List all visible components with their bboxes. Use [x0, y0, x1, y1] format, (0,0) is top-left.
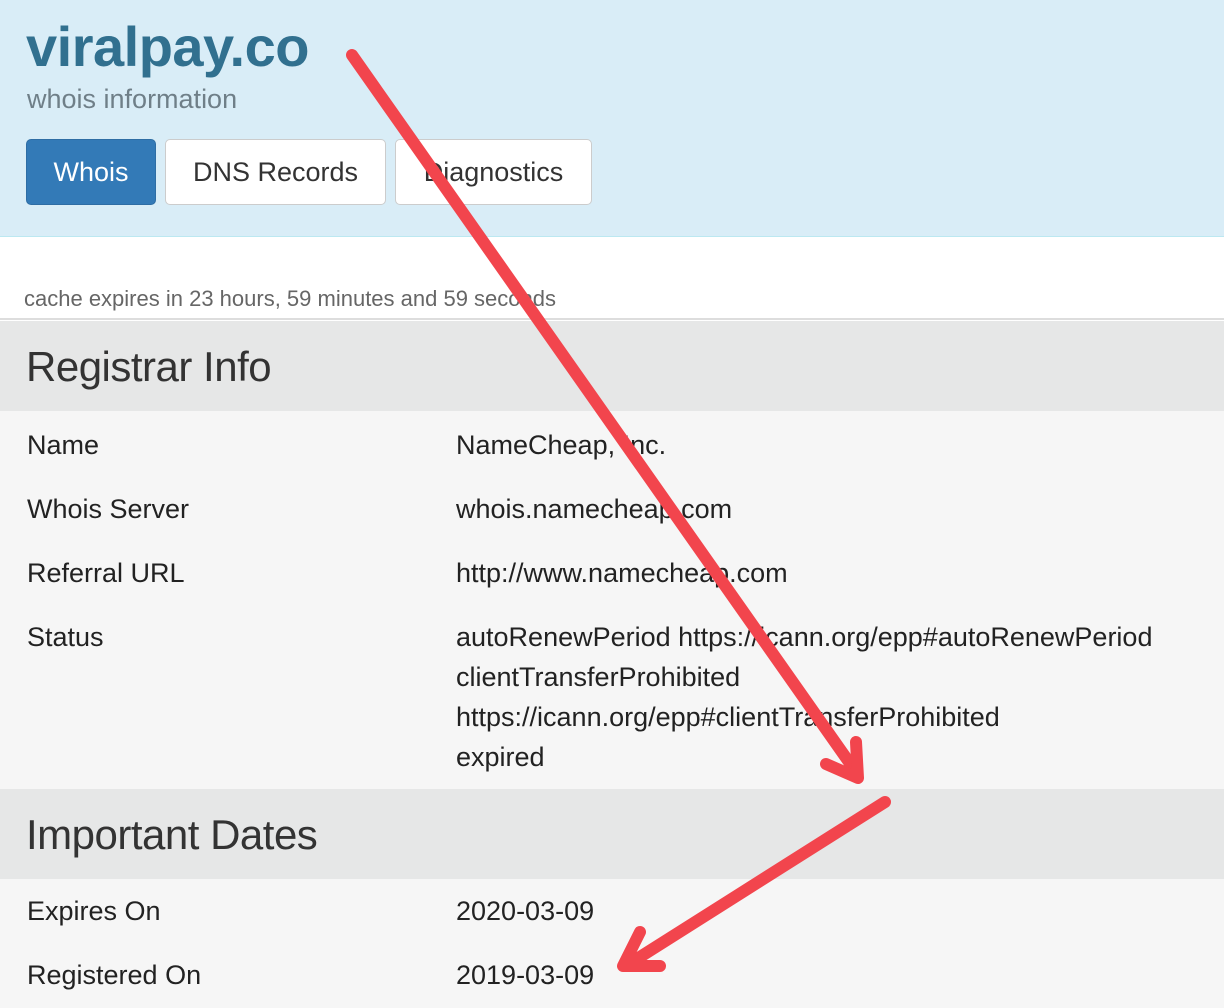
whois-server-value: whois.namecheap.com: [456, 494, 733, 524]
registrar-name-value: NameCheap, Inc.: [456, 430, 667, 460]
tab-whois[interactable]: Whois: [26, 139, 156, 205]
expires-on-label: Expires On: [27, 896, 161, 926]
domain-title: viralpay.co: [26, 15, 309, 78]
page-subtitle: whois information: [27, 84, 238, 114]
tab-diagnostics[interactable]: Diagnostics: [395, 139, 592, 205]
tab-dns-records[interactable]: DNS Records: [165, 139, 386, 205]
important-dates-section-header: Important Dates: [0, 789, 1224, 879]
referral-url-label: Referral URL: [27, 558, 185, 588]
status-line: autoRenewPeriod https://icann.org/epp#au…: [456, 622, 1153, 652]
registered-on-value: 2019-03-09: [456, 960, 595, 990]
registrar-name-label: Name: [27, 430, 100, 460]
cache-expiry-notice: cache expires in 23 hours, 59 minutes an…: [24, 286, 556, 311]
important-dates-body: Expires On 2020-03-09 Registered On 2019…: [0, 879, 1224, 1008]
referral-url-value: http://www.namecheap.com: [456, 558, 788, 588]
whois-server-label: Whois Server: [27, 494, 190, 524]
status-line: https://icann.org/epp#clientTransferProh…: [456, 702, 1000, 732]
important-dates-heading: Important Dates: [26, 811, 318, 858]
status-value: autoRenewPeriod https://icann.org/epp#au…: [456, 617, 1152, 777]
divider: [0, 318, 1224, 320]
registrar-info-heading: Registrar Info: [26, 343, 272, 390]
status-label: Status: [27, 622, 104, 652]
registrar-info-body: Name NameCheap, Inc. Whois Server whois.…: [0, 411, 1224, 789]
registered-on-label: Registered On: [27, 960, 202, 990]
registrar-info-section-header: Registrar Info: [0, 321, 1224, 411]
whois-header: viralpay.co whois information Whois DNS …: [0, 0, 1224, 237]
page: viralpay.co whois information Whois DNS …: [0, 0, 1224, 1008]
status-line: clientTransferProhibited: [456, 662, 741, 692]
expires-on-value: 2020-03-09: [456, 896, 595, 926]
status-line: expired: [456, 742, 545, 772]
